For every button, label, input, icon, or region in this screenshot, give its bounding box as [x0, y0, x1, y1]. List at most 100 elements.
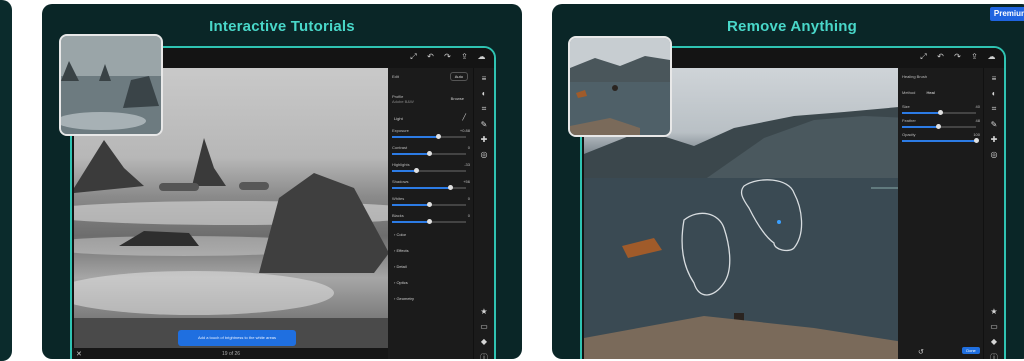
slider-value: +0.88	[459, 128, 470, 133]
browse-button[interactable]: Browse	[451, 96, 464, 101]
slider-shadows[interactable]	[392, 185, 466, 190]
slider-name: Blacks	[392, 213, 404, 218]
section-detail[interactable]: › Detail	[394, 264, 407, 269]
undo-icon[interactable]: ↶	[426, 52, 435, 62]
sliders-icon[interactable]: ≡	[984, 74, 1004, 83]
slider-fill	[392, 221, 429, 223]
redo-icon[interactable]: ↷	[953, 52, 962, 62]
masking-icon[interactable]: ◎	[984, 150, 1004, 159]
presets-icon[interactable]: ◐	[474, 89, 494, 98]
slider-whites[interactable]	[392, 202, 466, 207]
slider-value: +56	[463, 179, 470, 184]
slider-fill	[902, 126, 938, 128]
auto-button[interactable]: Auto	[449, 72, 468, 81]
star-icon[interactable]: ★	[984, 307, 1004, 316]
slider-fill	[902, 112, 941, 114]
slider-knob[interactable]	[427, 202, 432, 207]
redo-icon[interactable]: ↷	[443, 52, 452, 62]
slider-value: 0	[467, 213, 470, 218]
slider-opacity[interactable]	[902, 138, 979, 143]
card-remove-anything[interactable]: Remove Anything Premium ⤢ ↶ ↷ ⇪ ☁	[552, 4, 1024, 359]
slider-exposure[interactable]	[392, 134, 466, 139]
previous-card-edge[interactable]	[0, 0, 12, 361]
slider-name: Shadows	[392, 179, 409, 184]
slider-fill	[902, 140, 976, 142]
slider-label-exposure: Exposure +0.88	[392, 128, 470, 133]
slider-fill	[392, 153, 429, 155]
share-icon[interactable]: ⇪	[460, 52, 469, 62]
slider-fill	[392, 170, 416, 172]
method-dropdown[interactable]: Heal	[926, 90, 934, 95]
sliders-icon[interactable]: ≡	[474, 74, 494, 83]
info-icon[interactable]: ⓘ	[474, 352, 494, 359]
brush-icon[interactable]: ✎	[474, 120, 494, 129]
masking-icon[interactable]: ◎	[474, 150, 494, 159]
crop-icon[interactable]: ⌗	[474, 104, 494, 114]
slider-knob[interactable]	[435, 134, 441, 139]
tag-icon[interactable]: ◆	[984, 337, 1004, 346]
healing-icon[interactable]: ✚	[474, 135, 494, 144]
card-interactive-tutorials[interactable]: Interactive Tutorials ⤢ ↶ ↷ ⇪ ☁ Add a to…	[42, 4, 522, 359]
before-thumbnail	[59, 34, 163, 136]
share-icon[interactable]: ⇪	[970, 52, 979, 62]
slider-label-blacks: Blacks 0	[392, 213, 470, 218]
slider-size[interactable]	[902, 110, 976, 115]
edit-panel: Edit Auto Profile Adobe B&W Browse Light…	[388, 68, 474, 359]
undo-icon[interactable]: ↶	[936, 52, 945, 62]
slider-name: Highlights	[392, 162, 410, 167]
slider-name: Exposure	[392, 128, 409, 133]
comment-icon[interactable]: ▭	[984, 322, 1004, 331]
slider-knob[interactable]	[413, 168, 419, 173]
profile-value: Adobe B&W	[392, 99, 414, 104]
slider-name: Contrast	[392, 145, 408, 150]
edit-label: Edit	[392, 74, 399, 79]
section-effects[interactable]: › Effects	[394, 248, 409, 253]
presets-icon[interactable]: ◐	[984, 89, 1004, 98]
slider-fill	[392, 204, 429, 206]
tag-icon[interactable]: ◆	[474, 337, 494, 346]
bottom-bar: ✕ 19 of 26	[72, 348, 388, 359]
healing-panel: Healing Brush Method Heal Size 40 Feather 4…	[898, 68, 984, 359]
crop-icon[interactable]: ⌗	[984, 104, 1004, 114]
tutorial-hint[interactable]: Add a touch of brightness to the white a…	[178, 330, 296, 346]
slider-highlights[interactable]	[392, 168, 466, 173]
slider-label-opacity: Opacity 100	[902, 132, 980, 137]
reset-icon[interactable]: ↺	[918, 348, 924, 356]
slider-value: 100	[973, 132, 980, 137]
slider-feather[interactable]	[902, 124, 976, 129]
light-tool-icon[interactable]: ╱	[462, 114, 466, 121]
slider-knob[interactable]	[427, 219, 432, 224]
comment-icon[interactable]: ▭	[474, 322, 494, 331]
premium-badge: Premium	[990, 7, 1024, 21]
brush-icon[interactable]: ✎	[984, 120, 1004, 129]
slider-knob[interactable]	[974, 138, 979, 143]
section-geometry[interactable]: › Geometry	[394, 296, 414, 301]
section-color[interactable]: › Color	[394, 232, 406, 237]
slider-label-highlights: Highlights -33	[392, 162, 470, 167]
slider-knob[interactable]	[935, 124, 941, 129]
slider-name: Size	[902, 104, 910, 109]
section-optics[interactable]: › Optics	[394, 280, 408, 285]
tool-strip: ≡ ◐ ⌗ ✎ ✚ ◎ ★ ▭ ◆ ⓘ	[983, 68, 1004, 359]
info-icon[interactable]: ⓘ	[984, 352, 1004, 359]
expand-icon[interactable]: ⤢	[919, 52, 928, 62]
slider-contrast[interactable]	[392, 151, 466, 156]
slider-knob[interactable]	[447, 185, 453, 190]
slider-knob[interactable]	[938, 110, 944, 115]
healing-mode-label: Healing Brush	[902, 74, 928, 79]
card-title: Interactive Tutorials	[209, 18, 355, 35]
slider-value: 0	[467, 196, 470, 201]
done-button[interactable]: Done	[962, 347, 980, 354]
cloud-icon[interactable]: ☁	[987, 52, 996, 62]
slider-knob[interactable]	[427, 151, 432, 156]
slider-value: -33	[464, 162, 470, 167]
slider-value: 48	[975, 118, 980, 123]
cloud-icon[interactable]: ☁	[477, 52, 486, 62]
before-thumbnail	[568, 36, 672, 137]
page-indicator: 19 of 26	[222, 351, 241, 357]
star-icon[interactable]: ★	[474, 307, 494, 316]
slider-blacks[interactable]	[392, 219, 466, 224]
healing-icon[interactable]: ✚	[984, 135, 1004, 144]
close-icon[interactable]: ✕	[76, 350, 82, 358]
expand-icon[interactable]: ⤢	[409, 52, 418, 62]
